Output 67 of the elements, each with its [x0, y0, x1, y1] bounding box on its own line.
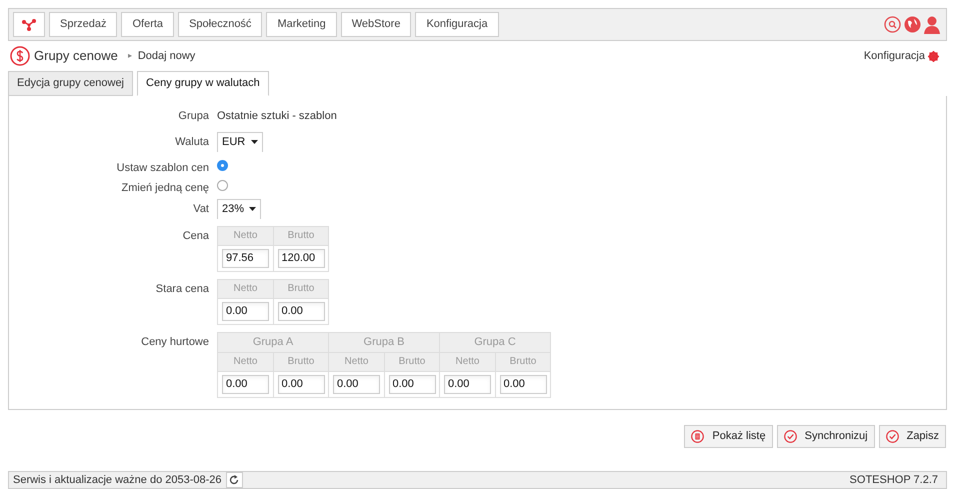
price-input[interactable]: 120.00	[278, 248, 324, 268]
column-header: Netto	[232, 282, 258, 296]
logo-icon	[22, 18, 36, 30]
price-input[interactable]: 0.00	[222, 374, 269, 394]
price-input[interactable]: 0.00	[444, 374, 491, 394]
nav-tab[interactable]: Marketing	[266, 12, 337, 37]
tab[interactable]: Edycja grupy cenowej	[8, 71, 134, 96]
field-label: Cena	[182, 228, 209, 244]
check-icon	[784, 430, 797, 443]
price-input[interactable]: 97.56	[222, 248, 269, 268]
refresh-icon	[229, 475, 240, 485]
logo-button[interactable]	[13, 12, 45, 37]
column-header: Netto	[344, 355, 370, 369]
column-header: Netto	[454, 355, 480, 369]
dropdown[interactable]: 23%	[217, 198, 261, 218]
nav-tab[interactable]: WebStore	[340, 12, 412, 37]
price-input[interactable]: 0.00	[388, 374, 436, 394]
action-button[interactable]: Synchronizuj	[776, 425, 875, 448]
column-header: Grupa B	[329, 332, 439, 352]
column-header: Grupa A	[218, 332, 328, 352]
nav-tab[interactable]: Oferta	[121, 12, 174, 37]
caret-icon	[251, 140, 258, 144]
status-text: Serwis i aktualizacje ważne do 2053-08-26	[13, 472, 222, 488]
breadcrumb-item[interactable]: Dodaj nowy	[138, 48, 196, 64]
caret-icon	[249, 207, 256, 211]
configuration-link[interactable]: Konfiguracja	[864, 48, 925, 64]
globe-icon[interactable]	[904, 16, 921, 33]
dropdown[interactable]: EUR	[217, 132, 263, 152]
check-icon	[886, 430, 899, 443]
price-input[interactable]: 0.00	[500, 374, 546, 394]
dollar-icon	[10, 46, 30, 66]
list-icon	[691, 430, 704, 443]
version-text: SOTESHOP 7.2.7	[850, 472, 938, 488]
field-label: Ustaw szablon cen	[116, 160, 209, 176]
column-header: Brutto	[273, 352, 328, 370]
column-header: Brutto	[495, 352, 550, 370]
field-label: Zmień jedną cenę	[120, 180, 209, 196]
price-input[interactable]: 0.00	[278, 302, 324, 320]
action-button[interactable]: Pokaż listę	[684, 425, 773, 448]
radio-button[interactable]	[217, 160, 228, 170]
price-input[interactable]: 0.00	[278, 374, 324, 394]
column-header: Brutto	[273, 280, 328, 298]
field-label: Vat	[192, 202, 209, 216]
radio-button[interactable]	[217, 180, 228, 190]
field-label: Stara cena	[154, 282, 209, 296]
field-label: Grupa	[177, 109, 209, 124]
column-header: Grupa C	[440, 332, 550, 352]
field-label: Ceny hurtowe	[140, 334, 209, 350]
nav-tab[interactable]: Konfiguracja	[415, 12, 499, 37]
group-name: Ostatnie sztuki - szablon	[217, 109, 337, 124]
refresh-button[interactable]	[226, 472, 243, 488]
action-button[interactable]: Zapisz	[878, 425, 946, 448]
column-header: Netto	[232, 355, 258, 369]
tab[interactable]: Ceny grupy w walutach	[137, 71, 269, 96]
nav-tab[interactable]: Społeczność	[178, 12, 262, 37]
user-icon[interactable]	[924, 16, 940, 34]
breadcrumb-separator: ▸	[128, 50, 132, 62]
search-icon[interactable]	[884, 16, 901, 33]
field-label: Waluta	[174, 134, 209, 150]
price-input[interactable]: 0.00	[333, 374, 380, 394]
nav-tab[interactable]: Sprzedaż	[49, 12, 118, 37]
column-header: Netto	[232, 229, 258, 243]
page-title: Grupy cenowe	[34, 47, 118, 66]
column-header: Brutto	[273, 226, 328, 244]
column-header: Brutto	[384, 352, 439, 370]
gear-icon[interactable]	[928, 50, 939, 62]
price-input[interactable]: 0.00	[222, 302, 269, 320]
